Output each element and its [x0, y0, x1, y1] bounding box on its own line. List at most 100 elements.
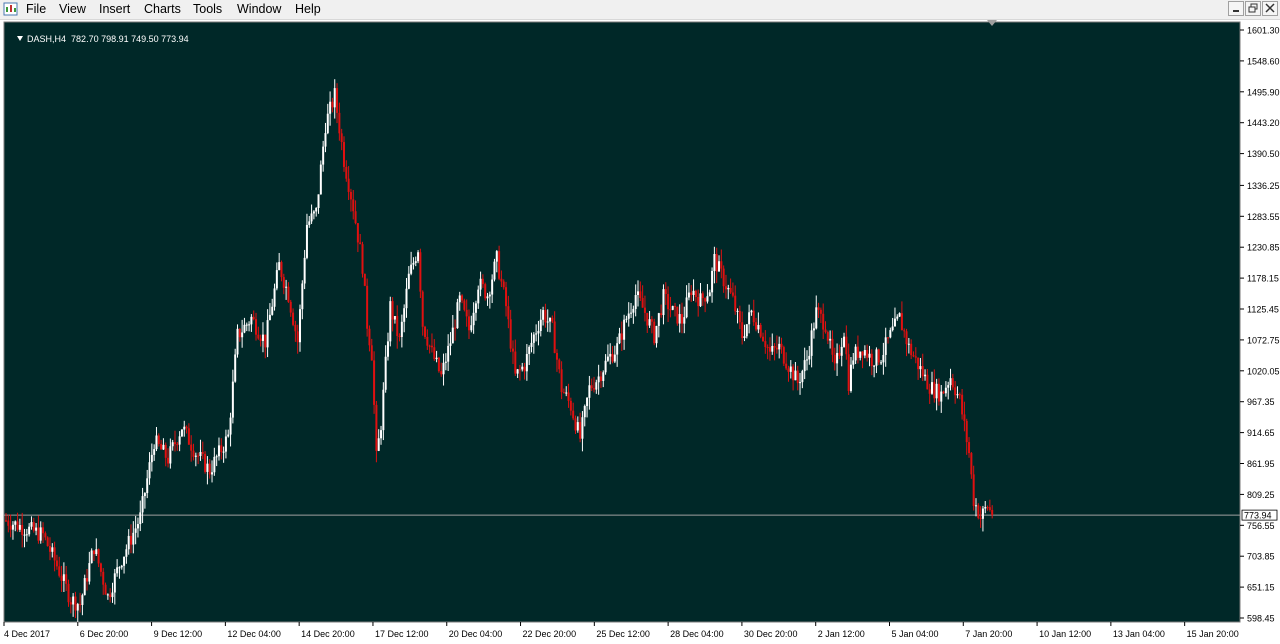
bull-candle: [222, 451, 225, 453]
x-tick-label: 25 Dec 12:00: [596, 629, 650, 639]
bear-candle: [484, 284, 487, 299]
bull-candle: [488, 294, 491, 297]
y-tick-label: 1495.90: [1247, 87, 1280, 97]
bear-candle: [569, 400, 572, 411]
bear-candle: [498, 251, 501, 279]
bull-candle: [412, 262, 415, 265]
bull-candle: [750, 310, 753, 313]
bull-candle: [727, 287, 730, 290]
time-axis[interactable]: 4 Dec 2017 6 Dec 20:00 9 Dec 12:00 12 Dec 0…: [3, 622, 1239, 639]
bear-candle: [102, 571, 105, 585]
bull-candle: [748, 312, 751, 325]
bull-candle: [162, 444, 165, 450]
bear-candle: [396, 316, 399, 336]
bear-candle: [620, 333, 623, 340]
x-tick-label: 22 Dec 20:00: [523, 629, 577, 639]
bull-candle: [745, 324, 748, 337]
menu-insert[interactable]: Insert: [99, 2, 130, 17]
bear-candle: [958, 394, 961, 396]
bear-candle: [910, 343, 913, 356]
current-price-label: 773.94: [1241, 509, 1278, 521]
bull-candle: [708, 292, 711, 297]
bull-candle: [305, 224, 308, 258]
bull-candle: [613, 354, 616, 362]
bear-candle: [79, 604, 82, 606]
bull-candle: [736, 310, 739, 312]
bear-candle: [782, 347, 785, 364]
bull-candle: [377, 438, 380, 451]
bear-candle: [74, 596, 77, 611]
bull-candle: [81, 595, 84, 605]
bull-candle: [528, 346, 531, 354]
restore-icon[interactable]: [1245, 1, 1261, 16]
menu-tools[interactable]: Tools: [193, 2, 222, 17]
bull-candle: [919, 366, 922, 370]
bear-candle: [197, 455, 200, 457]
bear-candle: [208, 463, 211, 475]
symbol-dropdown-icon[interactable]: [17, 36, 24, 41]
bear-candle: [785, 363, 788, 369]
bear-candle: [370, 345, 373, 361]
bull-candle: [493, 261, 496, 280]
menu-charts[interactable]: Charts: [144, 2, 181, 17]
bear-candle: [567, 392, 570, 401]
minimize-icon[interactable]: [1228, 1, 1244, 16]
bear-candle: [97, 549, 100, 564]
x-tick-label: 20 Dec 04:00: [449, 629, 503, 639]
menu-window[interactable]: Window: [237, 2, 281, 17]
chart-window[interactable]: 1601.30 1548.60 1495.90 1443.20 1390.50 1336.…: [0, 20, 1280, 644]
app-icon[interactable]: [3, 1, 19, 17]
bull-candle: [393, 316, 396, 320]
bear-candle: [861, 351, 864, 356]
bear-candle: [611, 353, 614, 362]
y-tick-label: 756.55: [1247, 521, 1275, 531]
bear-candle: [509, 319, 512, 349]
bear-candle: [722, 268, 725, 287]
bear-candle: [424, 326, 427, 337]
bear-candle: [340, 133, 343, 143]
bear-candle: [977, 505, 980, 518]
bear-candle: [667, 294, 670, 310]
bear-candle: [660, 313, 663, 316]
bull-candle: [803, 360, 806, 372]
x-tick-label: 12 Dec 04:00: [227, 629, 281, 639]
menu-file[interactable]: File: [26, 2, 46, 17]
bull-candle: [231, 381, 234, 418]
bear-candle: [398, 335, 401, 337]
bear-candle: [342, 142, 345, 167]
bull-candle: [273, 288, 276, 307]
bear-candle: [185, 426, 188, 429]
menu-view[interactable]: View: [59, 2, 86, 17]
bull-candle: [271, 306, 274, 315]
bear-candle: [255, 319, 258, 335]
bull-candle: [884, 337, 887, 355]
bull-candle: [148, 462, 151, 479]
bear-candle: [669, 309, 672, 311]
close-icon[interactable]: [1262, 1, 1278, 16]
bear-candle: [465, 309, 468, 317]
bear-candle: [579, 422, 582, 439]
menu-help[interactable]: Help: [295, 2, 321, 17]
bull-candle: [234, 354, 237, 382]
price-chart[interactable]: 1601.30 1548.60 1495.90 1443.20 1390.50 1336.…: [0, 20, 1280, 644]
bull-candle: [315, 208, 318, 212]
bull-candle: [447, 345, 450, 362]
bull-candle: [956, 394, 959, 396]
bear-candle: [796, 370, 799, 383]
bear-candle: [454, 327, 457, 329]
bull-candle: [30, 522, 33, 527]
bear-candle: [359, 242, 362, 245]
y-tick-label: 1020.05: [1247, 366, 1280, 376]
bear-candle: [366, 285, 369, 329]
bear-candle: [48, 546, 51, 552]
bull-candle: [602, 372, 605, 381]
bear-candle: [720, 261, 723, 269]
price-axis[interactable]: 1601.30 1548.60 1495.90 1443.20 1390.50 1336.…: [1240, 26, 1280, 624]
bull-candle: [18, 525, 21, 530]
bull-candle: [410, 264, 413, 274]
bull-candle: [636, 291, 639, 296]
bull-candle: [442, 362, 445, 375]
bull-candle: [808, 355, 811, 360]
bull-candle: [891, 326, 894, 331]
bull-candle: [893, 318, 896, 327]
